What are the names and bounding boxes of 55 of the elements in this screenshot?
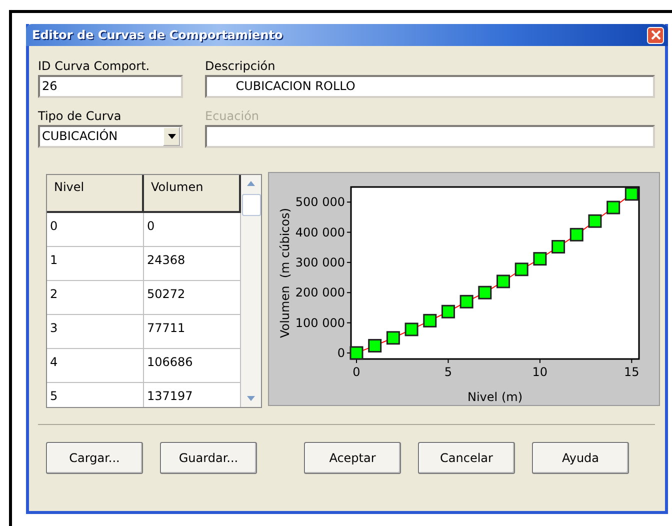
x-tick-label: 15: [624, 365, 640, 379]
data-point: [478, 286, 492, 300]
data-point: [570, 228, 584, 242]
y-axis-title: Volumen (m cúbicos): [278, 208, 292, 338]
y-tick-label: 500 000: [295, 195, 345, 210]
close-button[interactable]: [647, 26, 664, 44]
description-field[interactable]: CUBICACION ROLLO: [205, 75, 655, 98]
table-cell[interactable]: 5: [47, 383, 144, 407]
table-cell[interactable]: 0: [47, 213, 144, 246]
field-label: Ecuación: [205, 108, 260, 125]
dialog-button[interactable]: Aceptar: [304, 442, 401, 474]
column-header[interactable]: Nivel: [47, 175, 144, 211]
x-axis-title: Nivel (m): [468, 390, 522, 404]
scroll-up-icon: [247, 181, 256, 186]
data-point: [386, 331, 400, 345]
y-tick-label: 0: [337, 346, 345, 360]
curve-type-dropdown[interactable]: CUBICACIÓN: [38, 125, 183, 148]
data-point: [624, 187, 638, 201]
x-tick-label: 10: [532, 365, 548, 379]
dialog-button[interactable]: Cancelar: [418, 442, 515, 474]
data-point: [404, 322, 418, 336]
field-label: Descripción: [205, 58, 276, 75]
table-cell[interactable]: 2: [47, 281, 144, 314]
field-label: Tipo de Curva: [38, 108, 122, 125]
window-title: Editor de Curvas de Comportamiento: [32, 28, 283, 42]
data-point: [368, 338, 382, 352]
id-field[interactable]: 26: [38, 75, 183, 98]
y-tick-label: 100 000: [295, 316, 345, 330]
close-icon: [650, 30, 660, 40]
data-point: [588, 214, 602, 228]
x-tick-label: 5: [444, 365, 452, 379]
field-label: ID Curva Comport.: [38, 58, 151, 75]
y-tick-label: 200 000: [295, 286, 345, 300]
table-cell[interactable]: 4: [47, 349, 144, 382]
dialog-button[interactable]: Cargar...: [46, 442, 143, 474]
data-point: [423, 314, 437, 328]
table-cell[interactable]: 1: [47, 247, 144, 280]
data-point: [350, 346, 364, 360]
scrollbar[interactable]: [241, 175, 261, 407]
equation-field[interactable]: [205, 125, 655, 148]
y-tick-label: 300 000: [295, 255, 345, 270]
table-cell[interactable]: 3: [47, 315, 144, 348]
x-tick-label: 0: [352, 365, 360, 379]
data-point: [606, 200, 620, 214]
dialog-button[interactable]: Ayuda: [532, 442, 629, 474]
dialog-button[interactable]: Guardar...: [160, 442, 257, 474]
scrollbar-thumb[interactable]: [242, 194, 261, 216]
scroll-down-icon: [247, 396, 256, 401]
data-point: [496, 274, 510, 288]
data-point: [552, 240, 566, 254]
data-point: [460, 294, 474, 308]
y-tick-label: 400 000: [295, 225, 345, 240]
data-point: [514, 262, 528, 276]
data-point: [441, 304, 455, 318]
data-point: [533, 252, 547, 266]
